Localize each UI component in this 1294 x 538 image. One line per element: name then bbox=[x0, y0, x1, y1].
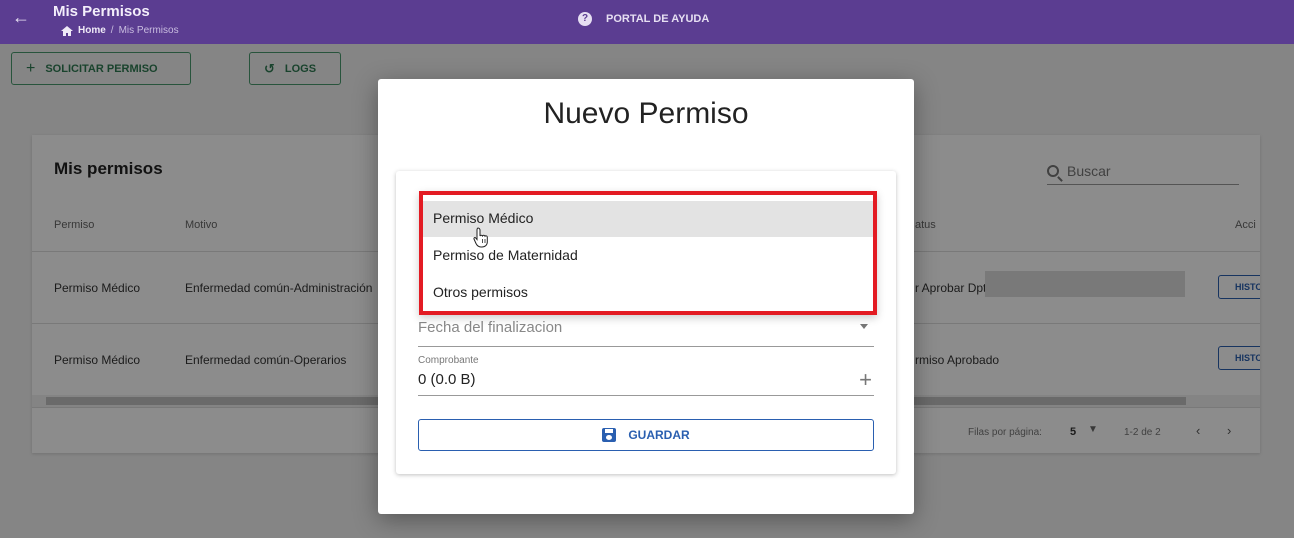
permiso-type-dropdown: Permiso Médico Permiso de Maternidad Otr… bbox=[419, 191, 877, 315]
save-icon bbox=[602, 428, 617, 442]
dialog-title: Nuevo Permiso bbox=[543, 97, 749, 130]
help-portal-label: PORTAL DE AYUDA bbox=[606, 13, 710, 25]
comprobante-value: 0 (0.0 B) bbox=[418, 371, 476, 388]
comprobante-label: Comprobante bbox=[418, 355, 479, 366]
page-title: Mis Permisos bbox=[53, 3, 150, 20]
back-arrow-icon[interactable]: ← bbox=[12, 8, 30, 26]
fecha-finalizacion-placeholder: Fecha del finalizacion bbox=[418, 319, 563, 336]
breadcrumb: Home / Mis Permisos bbox=[61, 25, 179, 36]
comprobante-field[interactable]: Comprobante 0 (0.0 B) + bbox=[418, 353, 874, 396]
breadcrumb-current: Mis Permisos bbox=[118, 25, 179, 36]
breadcrumb-separator: / bbox=[110, 25, 114, 36]
caret-down-icon bbox=[860, 324, 868, 329]
guardar-label: GUARDAR bbox=[628, 428, 690, 442]
guardar-button[interactable]: GUARDAR bbox=[418, 419, 874, 451]
fecha-finalizacion-field[interactable]: Fecha del finalizacion bbox=[418, 315, 874, 347]
app-header: ← Mis Permisos Home / Mis Permisos ? POR… bbox=[0, 0, 1294, 44]
option-otros-permisos[interactable]: Otros permisos bbox=[423, 275, 873, 311]
help-portal-link[interactable]: ? PORTAL DE AYUDA bbox=[578, 12, 709, 26]
hand-cursor-icon bbox=[473, 227, 488, 248]
help-icon: ? bbox=[578, 12, 592, 26]
home-icon bbox=[61, 25, 73, 36]
breadcrumb-home[interactable]: Home bbox=[78, 25, 106, 36]
add-file-icon[interactable]: + bbox=[859, 367, 872, 393]
